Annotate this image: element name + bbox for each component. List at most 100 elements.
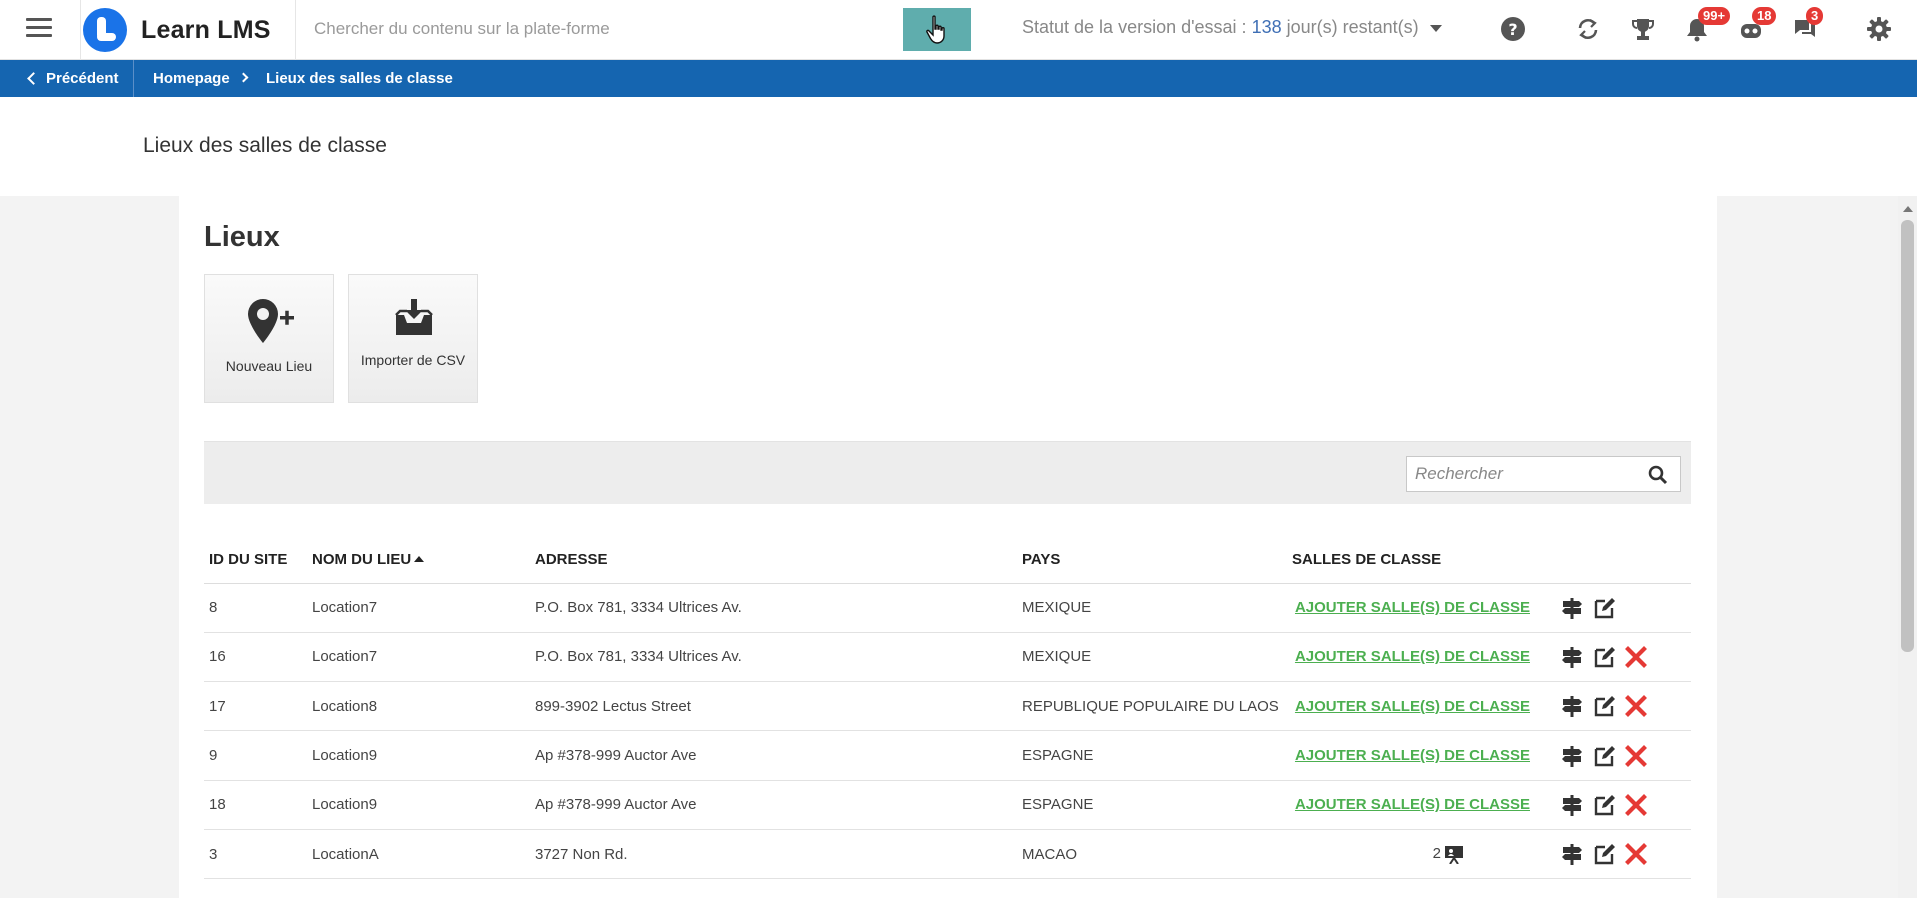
menu-icon[interactable] (26, 18, 52, 40)
help-icon[interactable]: ? (1500, 16, 1528, 44)
cell-country: MACAO (1017, 829, 1287, 880)
vertical-scrollbar[interactable] (1898, 196, 1917, 898)
logo[interactable]: Learn LMS (80, 0, 296, 60)
signpost-icon[interactable] (1560, 596, 1584, 620)
robot-badge: 18 (1752, 7, 1777, 25)
back-label: Précédent (46, 70, 119, 87)
edit-icon[interactable] (1592, 793, 1616, 817)
column-header-name[interactable]: NOM DU LIEU (307, 536, 530, 584)
edit-icon[interactable] (1592, 596, 1616, 620)
signpost-icon[interactable] (1560, 694, 1584, 718)
tile-label: Importer de CSV (360, 352, 466, 368)
messages-icon[interactable]: 3 (1792, 7, 1824, 44)
scrollbar-thumb[interactable] (1901, 220, 1914, 652)
platform-search-button[interactable] (903, 8, 971, 51)
robot-icon[interactable]: 18 (1738, 7, 1777, 44)
edit-icon[interactable] (1592, 842, 1616, 866)
add-classrooms-link[interactable]: AJOUTER SALLE(S) DE CLASSE (1292, 747, 1555, 764)
edit-icon[interactable] (1592, 645, 1616, 669)
cell-country: MEXIQUE (1017, 632, 1287, 683)
breadcrumb-home-link[interactable]: Homepage (153, 70, 230, 87)
cell-site-id: 17 (204, 681, 307, 732)
cell-location-name: Location7 (307, 632, 530, 683)
cell-location-name: Location9 (307, 730, 530, 781)
cell-actions (1555, 681, 1691, 732)
settings-gear-icon[interactable] (1866, 16, 1894, 44)
cell-site-id: 3 (204, 829, 307, 880)
column-header-classrooms[interactable]: SALLES DE CLASSE (1287, 536, 1555, 584)
trial-label: Statut de la version d'essai : (1022, 17, 1247, 37)
add-classrooms-link[interactable]: AJOUTER SALLE(S) DE CLASSE (1292, 698, 1555, 715)
sync-icon[interactable] (1575, 16, 1603, 44)
add-classrooms-link[interactable]: AJOUTER SALLE(S) DE CLASSE (1292, 648, 1555, 665)
column-header-country[interactable]: PAYS (1017, 536, 1287, 584)
locations-panel: Lieux Nouveau Lieu Importer de CSV ID (179, 196, 1717, 898)
cell-site-id: 18 (204, 780, 307, 830)
notifications-badge: 99+ (1698, 7, 1731, 25)
cell-classrooms: AJOUTER SALLE(S) DE CLASSE (1287, 681, 1555, 732)
trial-status[interactable]: Statut de la version d'essai : 138 jour(… (1022, 17, 1442, 38)
import-csv-button[interactable]: Importer de CSV (348, 274, 478, 403)
delete-icon[interactable] (1624, 744, 1648, 768)
new-location-button[interactable]: Nouveau Lieu (204, 274, 334, 403)
breadcrumb-current: Lieux des salles de classe (266, 70, 453, 87)
cell-site-id: 8 (204, 583, 307, 633)
table-toolbar (204, 441, 1691, 504)
back-button[interactable]: Précédent (0, 60, 134, 97)
table-row: 9 Location9 Ap #378-999 Auctor Ave ESPAGNE A… (204, 730, 1691, 781)
cell-classrooms: AJOUTER SALLE(S) DE CLASSE (1287, 632, 1555, 683)
add-classrooms-link[interactable]: AJOUTER SALLE(S) DE CLASSE (1292, 796, 1555, 813)
cell-actions (1555, 632, 1691, 683)
trial-suffix: jour(s) restant(s) (1286, 17, 1419, 37)
logo-mark-icon (83, 8, 127, 52)
cell-country: ESPAGNE (1017, 780, 1287, 830)
top-bar: Learn LMS Statut de la version d'essai :… (0, 0, 1917, 60)
cell-address: P.O. Box 781, 3334 Ultrices Av. (530, 583, 1017, 633)
cell-site-id: 9 (204, 730, 307, 781)
cell-classrooms: AJOUTER SALLE(S) DE CLASSE (1287, 780, 1555, 830)
delete-icon[interactable] (1624, 842, 1648, 866)
edit-icon[interactable] (1592, 694, 1616, 718)
cell-site-id: 16 (204, 632, 307, 683)
cell-actions (1555, 730, 1691, 781)
chevron-right-icon (238, 72, 249, 83)
classroom-count[interactable]: 2 (1292, 844, 1555, 865)
signpost-icon[interactable] (1560, 842, 1584, 866)
cell-classrooms: AJOUTER SALLE(S) DE CLASSE (1287, 730, 1555, 781)
column-header-actions (1555, 536, 1691, 584)
table-row: 16 Location7 P.O. Box 781, 3334 Ultrices A… (204, 632, 1691, 683)
add-classrooms-link[interactable]: AJOUTER SALLE(S) DE CLASSE (1292, 599, 1555, 616)
signpost-icon[interactable] (1560, 645, 1584, 669)
cell-address: 3727 Non Rd. (530, 829, 1017, 880)
platform-search-input[interactable] (297, 8, 903, 50)
scroll-up-arrow-icon[interactable] (1903, 206, 1913, 212)
cell-location-name: Location7 (307, 583, 530, 633)
hand-cursor-icon (926, 15, 945, 44)
cell-country: ESPAGNE (1017, 730, 1287, 781)
column-header-address[interactable]: ADRESSE (530, 536, 1017, 584)
column-header-id[interactable]: ID DU SITE (204, 536, 307, 584)
cell-location-name: Location9 (307, 780, 530, 830)
search-icon[interactable] (1648, 465, 1668, 485)
cell-actions (1555, 583, 1691, 633)
delete-icon[interactable] (1624, 645, 1648, 669)
edit-icon[interactable] (1592, 744, 1616, 768)
signpost-icon[interactable] (1560, 744, 1584, 768)
cell-address: Ap #378-999 Auctor Ave (530, 780, 1017, 830)
classroom-count-value: 2 (1432, 845, 1441, 863)
page-header: Lieux des salles de classe (0, 97, 1917, 196)
notifications-bell-icon[interactable]: 99+ (1684, 7, 1731, 44)
cell-address: Ap #378-999 Auctor Ave (530, 730, 1017, 781)
delete-icon[interactable] (1624, 694, 1648, 718)
cell-location-name: LocationA (307, 829, 530, 880)
cell-actions (1555, 829, 1691, 880)
trial-days: 138 (1251, 17, 1282, 37)
table-row: 18 Location9 Ap #378-999 Auctor Ave ESPAGNE… (204, 780, 1691, 830)
signpost-icon[interactable] (1560, 793, 1584, 817)
trophy-icon[interactable] (1630, 16, 1658, 44)
table-search-input[interactable] (1407, 457, 1637, 491)
delete-icon[interactable] (1624, 793, 1648, 817)
cell-actions (1555, 780, 1691, 830)
cell-location-name: Location8 (307, 681, 530, 732)
cell-address: 899-3902 Lectus Street (530, 681, 1017, 732)
